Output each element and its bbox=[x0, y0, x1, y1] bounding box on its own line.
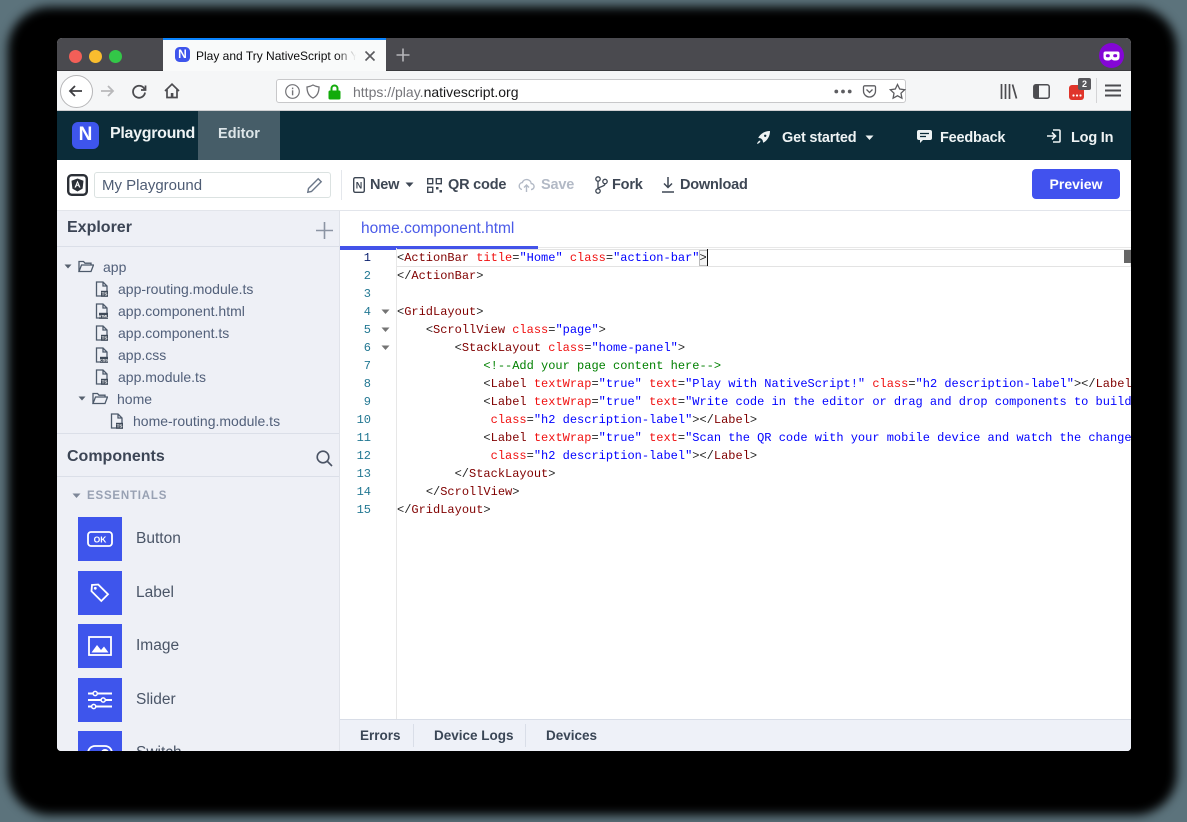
svg-text:OK: OK bbox=[94, 535, 108, 545]
svg-text:TS: TS bbox=[102, 379, 108, 384]
svg-text:CSS: CSS bbox=[100, 357, 109, 362]
svg-text:N: N bbox=[356, 181, 363, 191]
svg-text:HTML: HTML bbox=[99, 314, 108, 318]
svg-text:TS: TS bbox=[102, 335, 108, 340]
svg-text:TS: TS bbox=[102, 291, 108, 296]
svg-text:TS: TS bbox=[117, 423, 123, 428]
